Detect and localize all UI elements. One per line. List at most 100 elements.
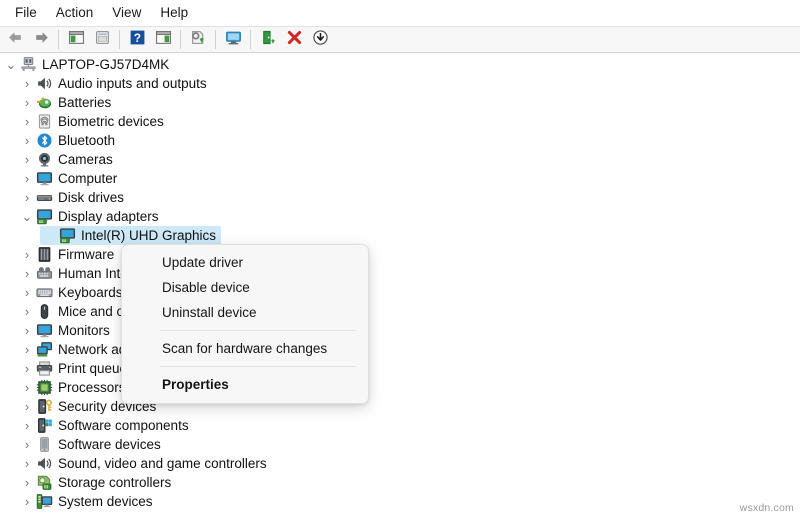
context-menu-uninstall-device[interactable]: Uninstall device — [122, 300, 368, 325]
tree-item-print-queues[interactable]: › Print queues — [0, 359, 800, 378]
tree-item-intel-uhd-graphics[interactable]: Intel(R) UHD Graphics — [0, 226, 800, 245]
tree-item-bluetooth[interactable]: › Bluetooth — [0, 131, 800, 150]
software-component-icon — [35, 417, 53, 434]
chevron-right-icon[interactable]: › — [19, 378, 35, 397]
tree-item-computer[interactable]: › Computer — [0, 169, 800, 188]
tree-item-audio-inputs-and-outputs[interactable]: › Audio inputs and outputs — [0, 74, 800, 93]
toolbar-button-uninstall-device[interactable] — [281, 28, 307, 52]
tree-item-laptop-gj57d4mk[interactable]: ⌄ LAPTOP-GJ57D4MK — [0, 55, 800, 74]
fingerprint-icon — [35, 113, 53, 130]
chevron-right-icon[interactable]: › — [19, 435, 35, 454]
chevron-right-icon[interactable]: › — [19, 131, 35, 150]
tree-item-label: Keyboards — [58, 285, 123, 300]
tree-item-label: Computer — [58, 171, 118, 186]
tree-item-label: Display adapters — [58, 209, 159, 224]
tree-item-keyboards[interactable]: › Keyboards — [0, 283, 800, 302]
toolbar-button-back-arrow[interactable] — [2, 28, 28, 52]
chevron-right-icon[interactable]: › — [19, 454, 35, 473]
chevron-right-icon[interactable]: › — [19, 150, 35, 169]
menu-bar: File Action View Help — [0, 0, 800, 26]
update-driver-icon — [190, 29, 207, 51]
monitor-icon — [35, 322, 53, 339]
chevron-right-icon[interactable]: › — [19, 492, 35, 511]
toolbar-button-scan-hardware-changes[interactable] — [220, 28, 246, 52]
firmware-icon — [35, 246, 53, 263]
toolbar-button-disable-device[interactable] — [307, 28, 333, 52]
tree-item-display-adapters[interactable]: ⌄ Display adapters — [0, 207, 800, 226]
menu-action[interactable]: Action — [47, 2, 104, 24]
tree-item-software-devices[interactable]: › Software devices — [0, 435, 800, 454]
uninstall-device-icon — [286, 29, 303, 51]
tree-item-system-devices[interactable]: › System devices — [0, 492, 800, 511]
tree-item-software-components[interactable]: › Software components — [0, 416, 800, 435]
toolbar-button-enable-device[interactable] — [255, 28, 281, 52]
display-adapter-icon — [58, 227, 76, 244]
context-menu[interactable]: Update driver Disable device Uninstall dev… — [121, 244, 369, 404]
tree-item-label: System devices — [58, 494, 153, 509]
disable-device-icon — [312, 29, 329, 51]
tree-item-disk-drives[interactable]: › Disk drives — [0, 188, 800, 207]
device-tree[interactable]: ⌄ LAPTOP-GJ57D4MK › Audio inputs and output… — [0, 55, 800, 517]
chevron-right-icon[interactable]: › — [19, 359, 35, 378]
properties-window-icon — [94, 29, 111, 51]
chevron-down-icon[interactable]: ⌄ — [3, 55, 19, 74]
chevron-down-icon[interactable]: ⌄ — [19, 207, 35, 226]
mouse-icon — [35, 303, 53, 320]
tree-item-monitors[interactable]: › Monitors — [0, 321, 800, 340]
chevron-right-icon[interactable]: › — [19, 321, 35, 340]
chevron-right-icon[interactable]: › — [19, 245, 35, 264]
tree-item-network-adapters[interactable]: › Network adapters — [0, 340, 800, 359]
toolbar-separator — [58, 30, 59, 49]
chevron-right-icon[interactable]: › — [19, 112, 35, 131]
toolbar-button-update-driver[interactable] — [185, 28, 211, 52]
toolbar-button-show-hide-action-pane[interactable] — [150, 28, 176, 52]
context-menu-scan-for-hardware-changes[interactable]: Scan for hardware changes — [122, 336, 368, 361]
chevron-right-icon[interactable]: › — [19, 169, 35, 188]
chevron-right-icon[interactable]: › — [19, 93, 35, 112]
camera-icon — [35, 151, 53, 168]
toolbar-button-forward-arrow[interactable] — [28, 28, 54, 52]
context-menu-disable-device[interactable]: Disable device — [122, 275, 368, 300]
chevron-right-icon[interactable]: › — [19, 264, 35, 283]
context-menu-update-driver[interactable]: Update driver — [122, 250, 368, 275]
toolbar-button-help-question[interactable]: ? — [124, 28, 150, 52]
help-question-icon: ? — [129, 29, 146, 51]
tree-item-mice-and-other-pointing-devices[interactable]: ›Mice and other pointing devices — [0, 302, 800, 321]
tree-item-security-devices[interactable]: › Security devices — [0, 397, 800, 416]
tree-item-label: Intel(R) UHD Graphics — [81, 228, 217, 243]
software-device-icon — [35, 436, 53, 453]
tree-item-human-interface-devices[interactable]: ›Human Interface Devices — [0, 264, 800, 283]
chevron-right-icon[interactable]: › — [19, 416, 35, 435]
tree-item-firmware[interactable]: › Firmware — [0, 245, 800, 264]
chevron-right-icon[interactable]: › — [19, 473, 35, 492]
context-menu-properties[interactable]: Properties — [122, 372, 368, 397]
chevron-right-icon[interactable]: › — [19, 340, 35, 359]
menu-file[interactable]: File — [6, 2, 47, 24]
tree-item-label: Batteries — [58, 95, 112, 110]
tree-item-sound-video-and-game-controllers[interactable]: › Sound, video and game controllers — [0, 454, 800, 473]
chevron-right-icon[interactable]: › — [19, 188, 35, 207]
forward-arrow-icon — [33, 29, 50, 51]
enable-device-icon — [260, 29, 277, 51]
storage-controller-icon — [35, 474, 53, 491]
tree-item-storage-controllers[interactable]: › Storage controllers — [0, 473, 800, 492]
chevron-right-icon[interactable]: › — [19, 397, 35, 416]
menu-help[interactable]: Help — [151, 2, 198, 24]
back-arrow-icon — [7, 29, 24, 51]
chevron-right-icon[interactable]: › — [19, 302, 35, 321]
menu-view[interactable]: View — [103, 2, 151, 24]
tree-item-processors[interactable]: › Processors — [0, 378, 800, 397]
tree-item-label: LAPTOP-GJ57D4MK — [42, 57, 170, 72]
bluetooth-icon — [35, 132, 53, 149]
tree-item-label: Cameras — [58, 152, 113, 167]
tree-item-biometric-devices[interactable]: › Biometric devices — [0, 112, 800, 131]
chevron-right-icon[interactable]: › — [19, 74, 35, 93]
watermark: wsxdn.com — [739, 502, 794, 514]
speaker-icon — [35, 455, 53, 472]
chevron-right-icon[interactable]: › — [19, 283, 35, 302]
toolbar-button-properties-window[interactable] — [89, 28, 115, 52]
tree-item-cameras[interactable]: › Cameras — [0, 150, 800, 169]
tree-item-batteries[interactable]: › Batteries — [0, 93, 800, 112]
toolbar-button-show-hide-console-tree[interactable] — [63, 28, 89, 52]
keyboard-icon — [35, 284, 53, 301]
